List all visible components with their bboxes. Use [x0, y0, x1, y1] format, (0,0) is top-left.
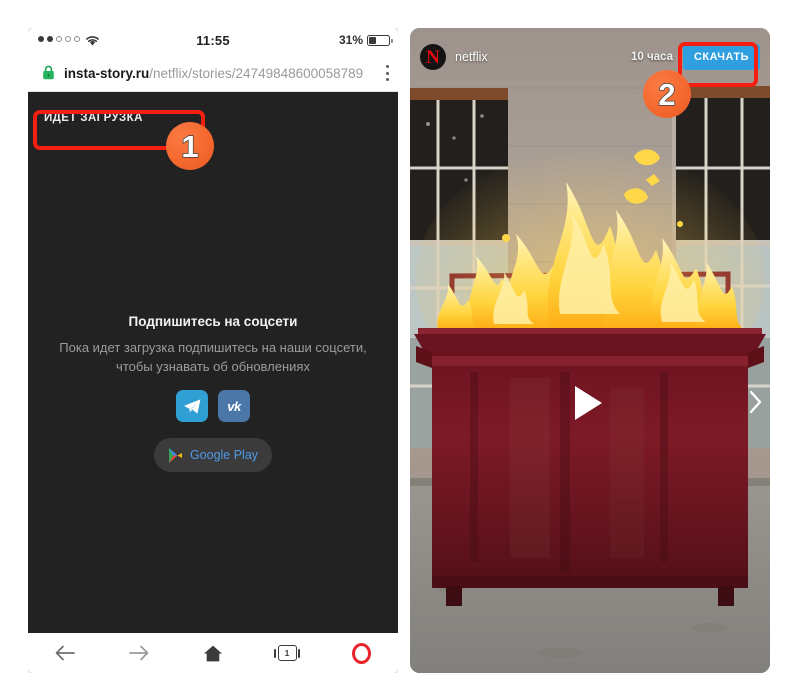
telegram-button[interactable] [176, 390, 208, 422]
play-icon[interactable] [575, 386, 602, 420]
browser-bottom-nav: 1 [28, 633, 398, 673]
arrow-right-icon [129, 645, 149, 661]
social-buttons-row: vk [28, 390, 398, 422]
story-media[interactable] [410, 28, 770, 673]
telegram-icon [183, 398, 200, 413]
url-text[interactable]: insta-story.ru/netflix/stories/247498486… [64, 64, 364, 83]
browser-url-bar[interactable]: insta-story.ru/netflix/stories/247498486… [28, 54, 398, 92]
tabs-icon: 1 [274, 645, 300, 661]
chevron-right-icon[interactable] [749, 390, 762, 414]
promo-block: Подпишитесь на соцсети Пока идет загрузк… [28, 314, 398, 472]
nav-forward-button[interactable] [116, 636, 162, 670]
right-phone-frame: N netflix 10 часа СКАЧАТЬ [410, 28, 770, 673]
status-bar: 11:55 31% [28, 28, 398, 54]
battery-icon [367, 34, 393, 46]
google-play-icon [168, 447, 182, 463]
burning-dumpster-photo [410, 28, 770, 673]
url-host: insta-story.ru [64, 66, 150, 81]
netflix-logo-icon: N [426, 46, 440, 68]
avatar[interactable]: N [420, 44, 446, 70]
lock-icon [43, 65, 54, 80]
battery-indicator: 31% [338, 33, 393, 47]
nav-back-button[interactable] [42, 636, 88, 670]
google-play-button[interactable]: Google Play [154, 438, 272, 472]
kebab-menu-icon[interactable] [385, 65, 389, 81]
story-timestamp: 10 часа [630, 51, 673, 63]
tab-count: 1 [284, 648, 290, 658]
step-badge-2-number: 2 [658, 76, 677, 112]
promo-title: Подпишитесь на соцсети [128, 314, 298, 329]
nav-tabs-button[interactable]: 1 [264, 636, 310, 670]
opera-logo-icon [351, 642, 371, 664]
step-badge-1: 1 [166, 122, 214, 170]
page-content: ИДЕТ ЗАГРУЗКА Подпишитесь на соцсети Пок… [28, 92, 398, 649]
promo-subtitle: Пока идет загрузка подпишитесь на наши с… [59, 340, 367, 374]
vk-button[interactable]: vk [218, 390, 250, 422]
nav-home-button[interactable] [190, 636, 236, 670]
nav-opera-menu-button[interactable] [338, 636, 384, 670]
home-icon [204, 645, 222, 661]
step-badge-1-number: 1 [181, 128, 200, 164]
battery-percent: 31% [338, 33, 363, 47]
step-badge-2: 2 [643, 70, 691, 118]
highlight-box-step-2 [678, 42, 758, 87]
story-username[interactable]: netflix [455, 50, 488, 64]
google-play-label: Google Play [189, 448, 259, 462]
url-path: /netflix/stories/247498486000587892 [149, 66, 364, 81]
vk-icon: vk [227, 398, 241, 414]
arrow-left-icon [55, 645, 75, 661]
